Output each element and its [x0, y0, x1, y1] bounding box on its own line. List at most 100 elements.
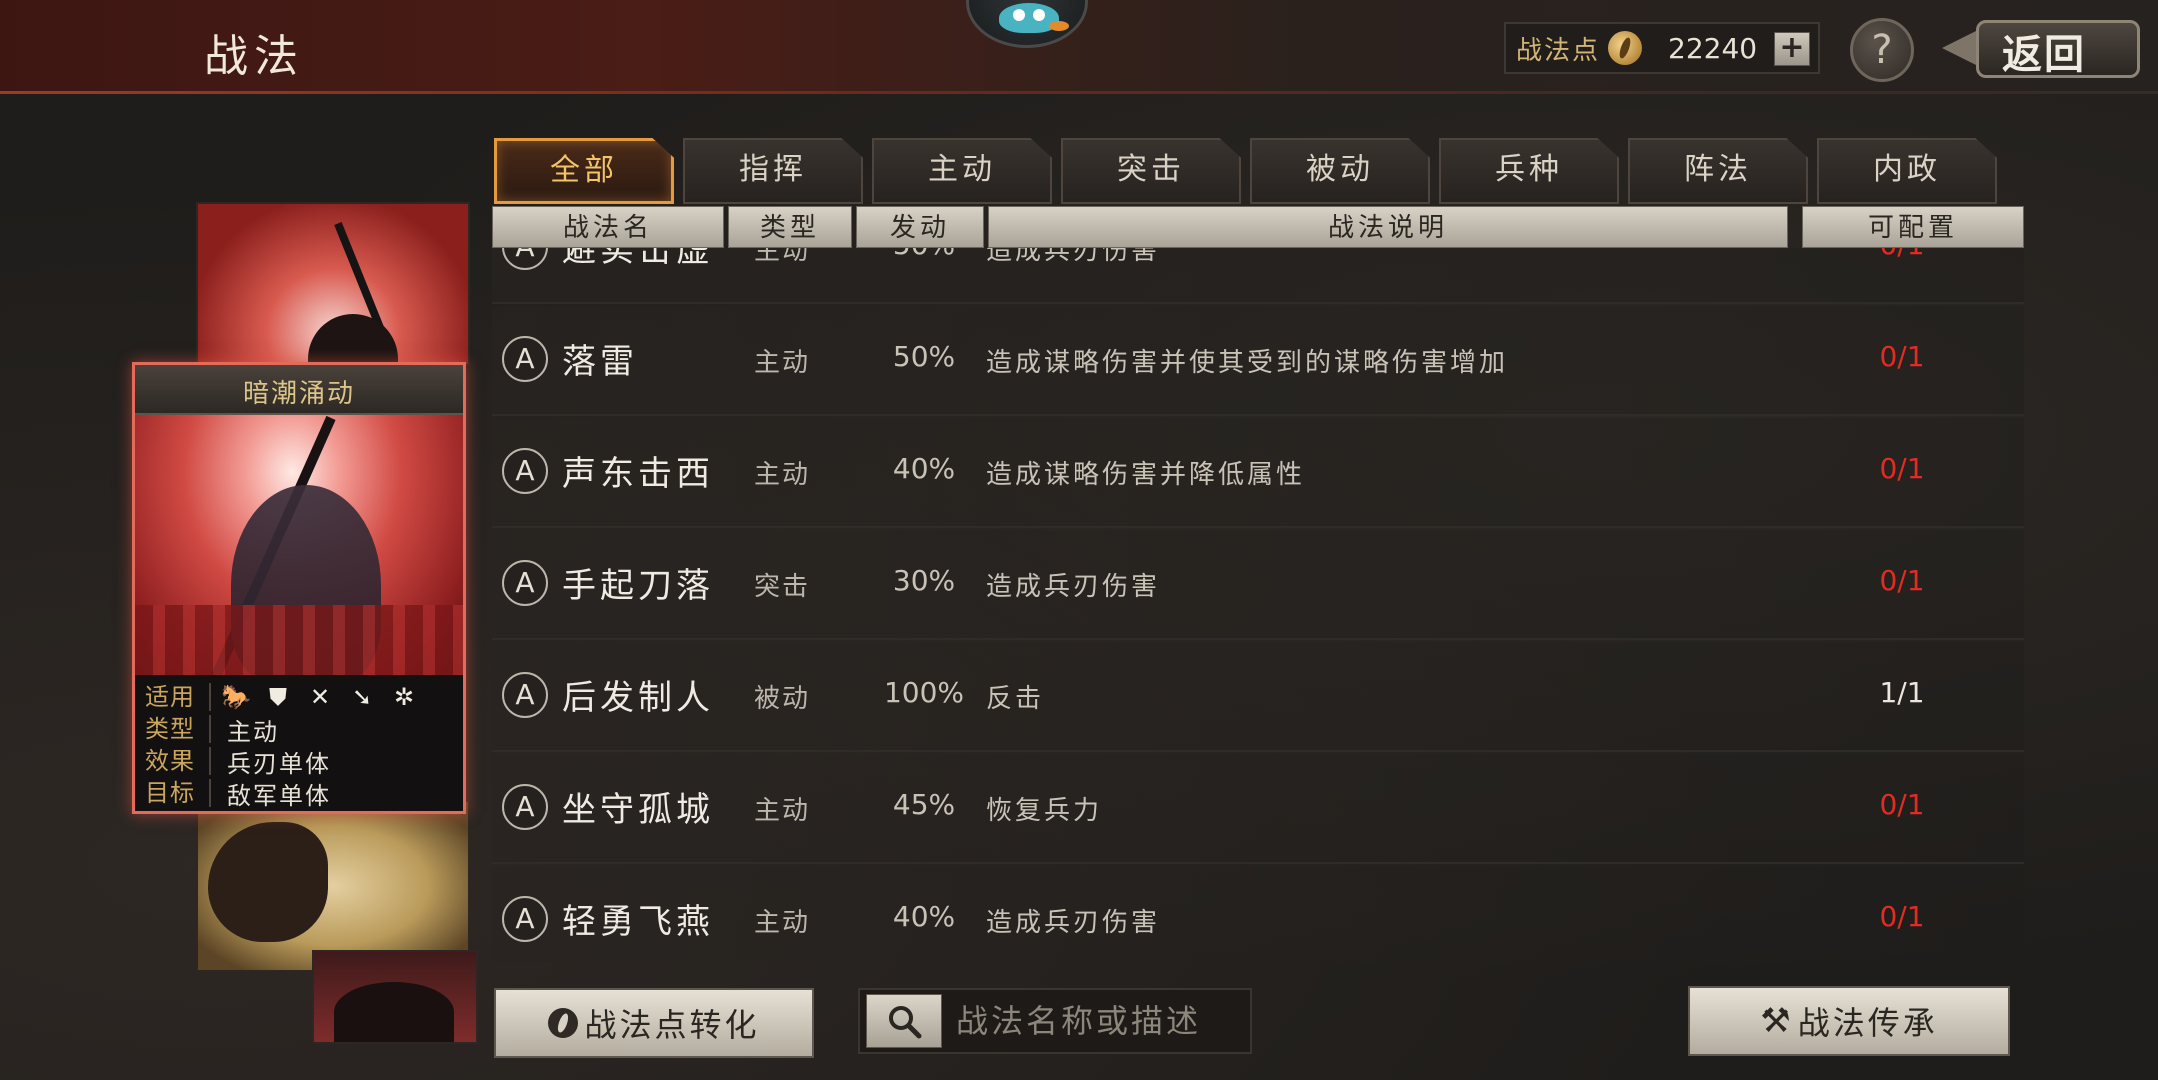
skill-card-preview-lower[interactable]: [312, 950, 478, 1044]
card-name-bar: 暗潮涌动: [135, 365, 463, 415]
add-points-button[interactable]: +: [1774, 32, 1810, 66]
card-info-effect: 效果 兵刃单体: [145, 745, 331, 778]
skill-description: 造成兵刃伤害: [986, 572, 1161, 602]
skill-table-header: 战法名 类型 发动 战法说明 可配置: [492, 206, 2024, 248]
skill-name: 避实击虚: [562, 248, 714, 270]
bow-icon: ✕: [309, 683, 331, 711]
tab-internal[interactable]: 内政: [1817, 138, 1997, 204]
skill-points-label: 战法点: [1516, 35, 1601, 66]
search-button[interactable]: [866, 994, 942, 1048]
info-value: 兵刃单体: [227, 749, 331, 778]
tab-troop[interactable]: 兵种: [1439, 138, 1619, 204]
info-key: 类型: [145, 715, 211, 743]
tab-all[interactable]: 全部: [494, 138, 674, 204]
skill-description: 造成兵刃伤害: [986, 908, 1161, 938]
tab-formation[interactable]: 阵法: [1628, 138, 1808, 204]
table-row[interactable]: A 避实击虚 主动 50% 造成兵刃伤害 0/1: [492, 248, 2024, 304]
skill-name: 坐守孤城: [562, 790, 714, 830]
skill-description: 造成兵刃伤害: [986, 248, 1161, 266]
skill-card-preview-bottom[interactable]: [196, 800, 470, 972]
rank-badge: A: [502, 560, 548, 606]
tab-active[interactable]: 主动: [872, 138, 1052, 204]
top-bar: 战法 战法点 22240 + ? 返回: [0, 0, 2158, 94]
skill-configurable: 0/1: [1852, 248, 1952, 261]
shield-icon: ⛊: [269, 683, 287, 711]
skill-type: 主动: [754, 908, 811, 938]
card-skill-name: 暗潮涌动: [242, 379, 355, 409]
page-title: 战法: [204, 31, 304, 82]
skill-type: 突击: [754, 572, 811, 602]
back-button[interactable]: 返回: [1940, 16, 2144, 82]
rank-badge: A: [502, 784, 548, 830]
column-header-description: 战法说明: [988, 206, 1788, 248]
skill-type: 主动: [754, 460, 811, 490]
tab-command[interactable]: 指挥: [683, 138, 863, 204]
tab-passive[interactable]: 被动: [1250, 138, 1430, 204]
unit-type-icons: 🐎 ⛊ ✕ ➘ ✲: [221, 682, 419, 712]
skill-inherit-button[interactable]: ⚒ 战法传承: [1688, 986, 2010, 1056]
mascot-avatar-icon[interactable]: [966, 0, 1088, 48]
skill-rate: 40%: [892, 452, 956, 485]
skill-name: 声东击西: [562, 454, 714, 494]
search-input[interactable]: [956, 1002, 1246, 1040]
column-header-type[interactable]: 类型: [728, 206, 852, 248]
skill-rate: 45%: [892, 788, 956, 821]
skill-description: 反击: [986, 684, 1045, 714]
column-header-configurable[interactable]: 可配置: [1802, 206, 2024, 248]
skill-rate: 40%: [892, 900, 956, 933]
skill-name: 落雷: [562, 342, 638, 382]
rank-badge: A: [502, 672, 548, 718]
skills-screen: 战法 战法点 22240 + ? 返回 暗潮涌动 适用 🐎 ⛊ ✕ ➘ ✲ 类型…: [0, 0, 2158, 1080]
skill-list[interactable]: A 避实击虚 主动 50% 造成兵刃伤害 0/1 A 落雷 主动 50% 造成谋…: [492, 248, 2024, 962]
back-label: 返回: [2002, 32, 2086, 78]
hammer-icon: ⚒: [1760, 1001, 1794, 1041]
card-info-panel: 适用 🐎 ⛊ ✕ ➘ ✲ 类型 主动 效果 兵刃单体 目标 敌军单体: [135, 675, 463, 811]
skill-rate: 100%: [883, 676, 965, 709]
card-info-type: 类型 主动: [145, 713, 279, 746]
skill-configurable: 1/1: [1879, 676, 1925, 709]
skill-points-value: 22240: [1668, 31, 1758, 65]
skill-type: 主动: [754, 348, 811, 378]
skill-card-preview-top[interactable]: [196, 202, 470, 366]
help-button[interactable]: ?: [1850, 18, 1914, 82]
rank-badge: A: [502, 448, 548, 494]
skill-configurable: 0/1: [1879, 900, 1925, 933]
spear-icon: ➘: [351, 683, 373, 711]
card-info-applicable: 适用 🐎 ⛊ ✕ ➘ ✲: [145, 681, 419, 713]
info-value: 主动: [227, 717, 279, 746]
column-header-name[interactable]: 战法名: [492, 206, 724, 248]
skill-configurable: 0/1: [1879, 340, 1925, 373]
skill-configurable: 0/1: [1879, 452, 1925, 485]
convert-points-label: 战法点转化: [584, 1006, 760, 1044]
skill-configurable: 0/1: [1879, 564, 1925, 597]
skill-name: 后发制人: [562, 678, 714, 718]
skill-description: 恢复兵力: [986, 796, 1103, 826]
table-row[interactable]: A 声东击西 主动 40% 造成谋略伤害并降低属性 0/1: [492, 418, 2024, 528]
table-row[interactable]: A 落雷 主动 50% 造成谋略伤害并使其受到的谋略伤害增加 0/1: [492, 306, 2024, 416]
category-tabs: 全部 指挥 主动 突击 被动 兵种 阵法 内政: [494, 138, 1998, 204]
convert-points-button[interactable]: 战法点转化: [494, 988, 814, 1058]
skill-type: 主动: [754, 248, 811, 266]
rank-badge: A: [502, 336, 548, 382]
info-key: 适用: [145, 683, 211, 711]
skill-rate: 30%: [892, 564, 956, 597]
skill-name: 轻勇飞燕: [562, 902, 714, 942]
cavalry-icon: 🐎: [221, 683, 251, 711]
table-row[interactable]: A 轻勇飞燕 主动 40% 造成兵刃伤害 0/1: [492, 866, 2024, 962]
rank-badge: A: [502, 248, 548, 270]
skill-point-coin-icon: [1608, 31, 1643, 65]
column-header-rate[interactable]: 发动: [856, 206, 984, 248]
skill-type: 主动: [754, 796, 811, 826]
table-row[interactable]: A 坐守孤城 主动 45% 恢复兵力 0/1: [492, 754, 2024, 864]
tab-assault[interactable]: 突击: [1061, 138, 1241, 204]
search-icon: [889, 1006, 922, 1039]
skill-name: 手起刀落: [562, 566, 714, 606]
table-row[interactable]: A 手起刀落 突击 30% 造成兵刃伤害 0/1: [492, 530, 2024, 640]
selected-skill-card[interactable]: 暗潮涌动 适用 🐎 ⛊ ✕ ➘ ✲ 类型 主动 效果 兵刃单体 目标 敌军单体: [132, 362, 466, 814]
skill-rate: 50%: [874, 248, 974, 261]
info-key: 效果: [145, 747, 211, 775]
skill-rate: 50%: [892, 340, 956, 373]
info-key: 目标: [145, 779, 211, 807]
table-row[interactable]: A 后发制人 被动 100% 反击 1/1: [492, 642, 2024, 752]
wheel-icon: ✲: [393, 683, 415, 711]
